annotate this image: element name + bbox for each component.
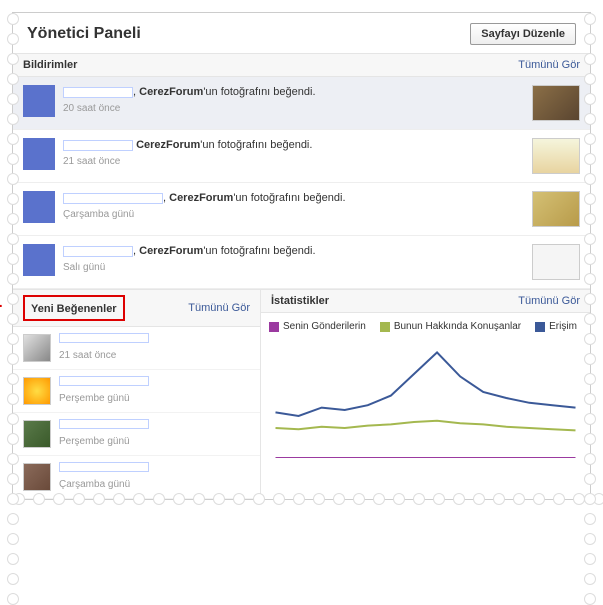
avatar <box>23 85 55 117</box>
notification-time: 21 saat önce <box>63 155 524 169</box>
lower-columns: 1. Yeni Beğenenler Tümünü Gör 21 saat ön… <box>13 289 590 499</box>
edit-page-button[interactable]: Sayfayı Düzenle <box>470 23 576 45</box>
avatar <box>23 377 51 405</box>
annotation-number: 1. <box>0 294 3 310</box>
thumbnail <box>532 244 580 280</box>
new-likes-column: 1. Yeni Beğenenler Tümünü Gör 21 saat ön… <box>13 289 261 499</box>
brand-name: CerezForum <box>136 139 200 151</box>
new-likes-title: Yeni Beğenenler <box>31 303 117 315</box>
redacted-name <box>63 140 133 151</box>
notification-body: CerezForum'un fotoğrafını beğendi. 21 sa… <box>63 138 524 169</box>
redacted-name <box>63 246 133 257</box>
new-likes-header: 1. Yeni Beğenenler Tümünü Gör <box>13 289 260 327</box>
redacted-name <box>63 193 163 204</box>
notification-text: 'un fotoğrafını beğendi. <box>203 245 315 257</box>
legend-reach: Erişim <box>549 321 577 332</box>
avatar <box>23 138 55 170</box>
stats-chart: Senin Gönderilerin Bunun Hakkında Konuşa… <box>261 313 590 471</box>
thumbnail <box>532 138 580 174</box>
notification-text: 'un fotoğrafını beğendi. <box>233 192 345 204</box>
like-time: Perşembe günü <box>59 393 130 404</box>
like-row[interactable]: Perşembe günü <box>13 370 260 413</box>
like-time: Çarşamba günü <box>59 479 130 490</box>
avatar <box>23 334 51 362</box>
notification-time: Çarşamba günü <box>63 208 524 222</box>
notifications-title: Bildirimler <box>23 59 77 71</box>
legend-swatch-green <box>380 322 390 332</box>
notifications-see-all[interactable]: Tümünü Gör <box>518 59 580 71</box>
redacted-name <box>63 87 133 98</box>
like-row[interactable]: 21 saat önce <box>13 327 260 370</box>
notification-text: 'un fotoğrafını beğendi. <box>200 139 312 151</box>
notification-text: 'un fotoğrafını beğendi. <box>203 86 315 98</box>
legend-swatch-blue <box>535 322 545 332</box>
stats-header: İstatistikler Tümünü Gör <box>261 289 590 313</box>
notification-time: Salı günü <box>63 261 524 275</box>
redacted-name <box>59 376 149 386</box>
legend-posts: Senin Gönderilerin <box>283 321 366 332</box>
stats-title: İstatistikler <box>271 295 329 307</box>
brand-name: CerezForum <box>139 86 203 98</box>
avatar <box>23 244 55 276</box>
like-row[interactable]: Perşembe günü <box>13 413 260 456</box>
notification-body: , CerezForum'un fotoğrafını beğendi. Çar… <box>63 191 524 222</box>
avatar <box>23 463 51 491</box>
avatar <box>23 191 55 223</box>
notification-row[interactable]: , CerezForum'un fotoğrafını beğendi. Çar… <box>13 183 590 236</box>
annotation-highlight: Yeni Beğenenler <box>23 295 125 321</box>
notifications-header: Bildirimler Tümünü Gör <box>13 53 590 77</box>
stats-column: İstatistikler Tümünü Gör Senin Gönderile… <box>261 289 590 499</box>
like-time: 21 saat önce <box>59 350 116 361</box>
like-time: Perşembe günü <box>59 436 130 447</box>
brand-name: CerezForum <box>139 245 203 257</box>
panel-header: Yönetici Paneli Sayfayı Düzenle <box>13 13 590 53</box>
avatar <box>23 420 51 448</box>
notification-row[interactable]: , CerezForum'un fotoğrafını beğendi. Sal… <box>13 236 590 289</box>
brand-name: CerezForum <box>169 192 233 204</box>
stats-see-all[interactable]: Tümünü Gör <box>518 295 580 307</box>
admin-panel: Yönetici Paneli Sayfayı Düzenle Bildirim… <box>12 12 591 500</box>
new-likes-see-all[interactable]: Tümünü Gör <box>188 302 250 314</box>
line-chart <box>269 338 582 458</box>
notification-body: , CerezForum'un fotoğrafını beğendi. 20 … <box>63 85 524 116</box>
notification-row[interactable]: CerezForum'un fotoğrafını beğendi. 21 sa… <box>13 130 590 183</box>
redacted-name <box>59 419 149 429</box>
redacted-name <box>59 462 149 472</box>
chart-legend: Senin Gönderilerin Bunun Hakkında Konuşa… <box>269 321 582 332</box>
notification-time: 20 saat önce <box>63 102 524 116</box>
legend-talking: Bunun Hakkında Konuşanlar <box>394 321 521 332</box>
legend-swatch-purple <box>269 322 279 332</box>
thumbnail <box>532 191 580 227</box>
notification-body: , CerezForum'un fotoğrafını beğendi. Sal… <box>63 244 524 275</box>
thumbnail <box>532 85 580 121</box>
redacted-name <box>59 333 149 343</box>
notification-row[interactable]: , CerezForum'un fotoğrafını beğendi. 20 … <box>13 77 590 130</box>
panel-title: Yönetici Paneli <box>27 25 141 43</box>
